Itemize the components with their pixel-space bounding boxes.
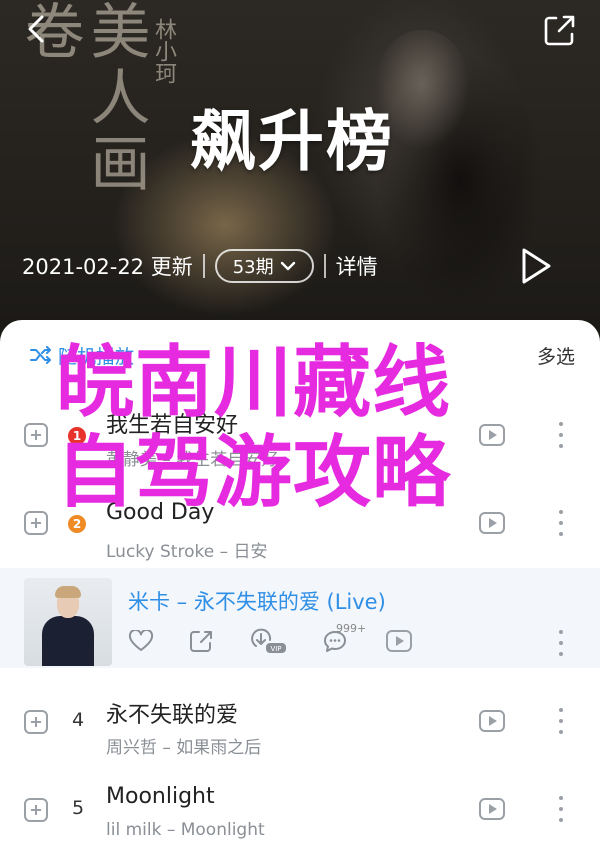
heart-icon[interactable] [128,630,154,652]
divider [323,254,326,278]
song-title: 我生若自安好 [106,413,239,438]
comment-count: 999+ [336,622,367,635]
add-to-playlist-icon[interactable] [24,423,48,447]
play-icon[interactable] [518,246,554,286]
more-options-icon[interactable] [555,630,567,656]
more-options-icon[interactable] [555,796,567,822]
download-vip-icon[interactable]: VIP [248,628,288,654]
song-artist: lil milk – Moonlight [106,820,265,840]
chart-header: 美人画卷 林小珂 飙升榜 2021-02-22 更新 53期 详情 [0,0,600,345]
rank-number: 5 [71,797,85,819]
multi-select-button[interactable]: 多选 [537,342,575,369]
issue-label: 53期 [232,257,274,278]
list-toolbar: 随机播放 多选 [30,340,575,370]
list-item[interactable]: 4 永不失联的爱 周兴哲 – 如果雨之后 [0,675,600,771]
svg-text:VIP: VIP [270,645,281,653]
list-item[interactable]: 2 Good Day Lucky Stroke – 日安 [0,475,600,571]
chart-title: 飙升榜 [190,103,394,180]
album-cover[interactable] [24,578,112,666]
divider [202,254,205,278]
chevron-down-icon [280,261,295,271]
update-date: 2021-02-22 更新 [22,255,193,279]
song-artist: Lucky Stroke – 日安 [106,542,268,562]
mv-play-icon[interactable] [479,710,505,732]
song-artist: 黄静美 – 我生若自安好 [106,450,279,470]
more-options-icon[interactable] [555,422,567,448]
song-artist: 周兴哲 – 如果雨之后 [106,738,262,758]
rank-badge: 1 [68,427,86,445]
now-playing-item[interactable]: 米卡 – 永不失联的爱 (Live) VIP 999+ [0,568,600,668]
share-icon[interactable] [188,629,214,653]
more-options-icon[interactable] [555,510,567,536]
song-actions: VIP [128,628,348,654]
shuffle-icon [30,346,51,364]
song-title: Good Day [106,500,215,525]
song-title: 永不失联的爱 [106,703,239,728]
mv-play-icon[interactable] [386,630,412,652]
rank-number: 4 [71,709,85,731]
list-item[interactable]: 1 我生若自安好 黄静美 – 我生若自安好 [0,387,600,483]
more-options-icon[interactable] [555,708,567,734]
song-list: 随机播放 多选 1 我生若自安好 黄静美 – 我生若自安好 2 Good Day… [0,320,600,865]
back-arrow-icon[interactable] [20,12,54,46]
shuffle-label: 随机播放 [58,345,135,368]
detail-link[interactable]: 详情 [336,251,378,281]
add-to-playlist-icon[interactable] [24,511,48,535]
issue-select[interactable]: 53期 [214,249,314,283]
add-to-playlist-icon[interactable] [24,798,48,822]
chart-meta: 2021-02-22 更新 53期 详情 [22,248,378,284]
mv-play-icon[interactable] [479,424,505,446]
rank-badge: 2 [68,515,86,533]
shuffle-play-button[interactable]: 随机播放 [30,342,134,369]
song-title: Moonlight [106,784,215,809]
mv-play-icon[interactable] [479,512,505,534]
mv-play-icon[interactable] [479,798,505,820]
list-item[interactable]: 5 Moonlight lil milk – Moonlight [0,764,600,860]
share-icon[interactable] [542,12,578,48]
song-title: 米卡 – 永不失联的爱 (Live) [128,590,386,614]
album-subtitle: 林小珂 [151,18,176,84]
add-to-playlist-icon[interactable] [24,710,48,734]
